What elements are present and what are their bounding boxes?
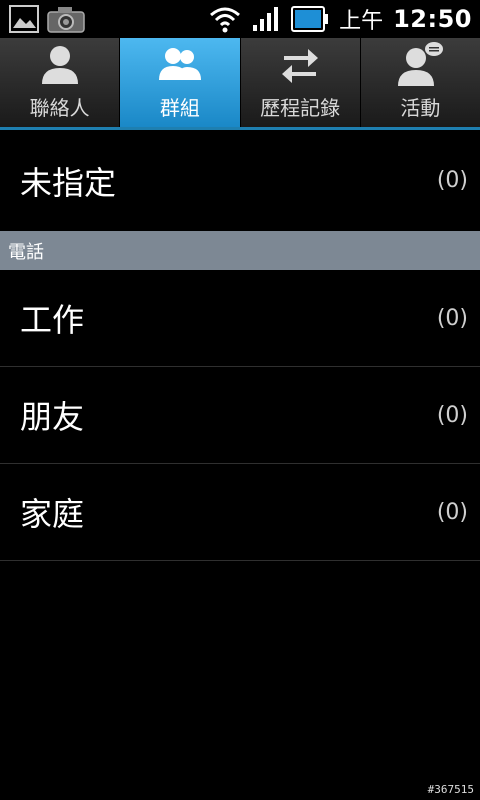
tab-label: 歷程記錄: [260, 96, 341, 120]
group-name: 家庭: [20, 495, 85, 533]
tab-activities[interactable]: 活動: [361, 38, 480, 127]
contacts-groups-screen: 上午 12:50 聯絡人 群組 歷程記錄 活動 未指定 (0) 電話 工作 (0…: [0, 0, 480, 800]
tab-bar: 聯絡人 群組 歷程記錄 活動: [0, 38, 480, 130]
signal-icon: [253, 7, 279, 31]
group-row-work[interactable]: 工作 (0): [0, 270, 480, 367]
swap-arrows-icon: [282, 49, 319, 83]
group-name: 朋友: [20, 398, 85, 436]
tab-label: 群組: [159, 96, 200, 120]
tab-label: 活動: [400, 96, 441, 120]
group-row-family[interactable]: 家庭 (0): [0, 464, 480, 561]
group-row-unassigned[interactable]: 未指定 (0): [0, 130, 480, 231]
watermark-text: #367515: [427, 783, 474, 796]
status-bar: 上午 12:50: [0, 0, 480, 38]
group-name: 工作: [20, 301, 85, 339]
person-icon: [41, 46, 78, 84]
tab-history[interactable]: 歷程記錄: [241, 38, 361, 127]
camera-icon: [47, 7, 85, 33]
status-time: 12:50: [393, 5, 472, 33]
group-count: (0): [436, 402, 468, 428]
wifi-icon: [210, 7, 241, 33]
section-header-phone: 電話: [0, 231, 480, 270]
group-row-friends[interactable]: 朋友 (0): [0, 367, 480, 464]
tab-contacts[interactable]: 聯絡人: [0, 38, 121, 127]
group-count: (0): [436, 305, 468, 331]
status-ampm: 上午: [339, 9, 384, 34]
tab-label: 聯絡人: [29, 96, 90, 120]
group-count: (0): [436, 168, 468, 193]
group-count: (0): [436, 499, 468, 525]
person-chat-icon: [398, 42, 444, 86]
battery-icon: [291, 6, 329, 32]
gallery-icon: [9, 5, 39, 33]
tab-groups[interactable]: 群組: [120, 38, 241, 127]
group-icon: [158, 48, 201, 80]
group-name: 未指定: [20, 163, 117, 202]
group-list: 未指定 (0) 電話 工作 (0) 朋友 (0) 家庭 (0): [0, 130, 480, 561]
